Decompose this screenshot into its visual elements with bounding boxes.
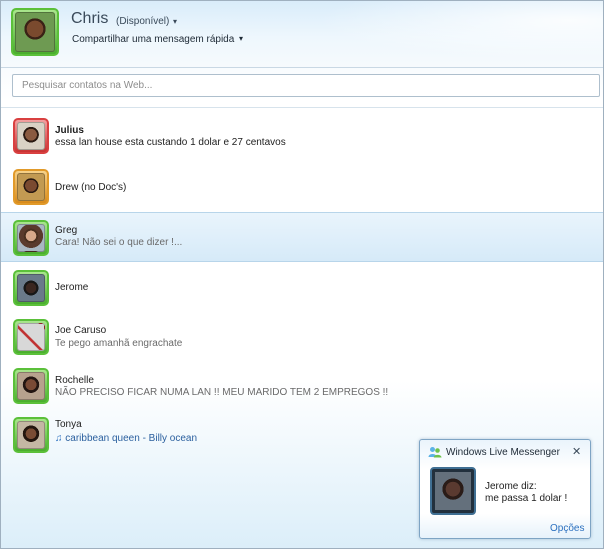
contact-photo-icon [17,224,45,252]
search-input[interactable] [13,75,592,96]
contact-message: Te pego amanhã engrachate [55,338,183,349]
contact-message: essa lan house esta custando 1 dolar e 2… [55,137,286,148]
contact-name: Tonya [55,419,82,430]
personal-message[interactable]: Compartilhar uma mensagem rápida [72,34,234,45]
contact-item-jerome[interactable]: Jerome [1,264,603,312]
contact-item-julius[interactable]: Julius essa lan house esta custando 1 do… [1,112,603,160]
contact-photo-icon [17,421,45,449]
contact-avatar [13,220,49,256]
contact-avatar [13,417,49,453]
user-avatar-icon [15,12,55,52]
now-playing-text[interactable]: caribbean queen - Billy ocean [65,433,197,444]
contact-avatar [13,368,49,404]
contact-name: Joe Caruso [55,325,107,336]
contact-item-joe-caruso[interactable]: Joe Caruso Te pego amanhã engrachate [1,313,603,361]
my-status[interactable]: (Disponível) [116,16,169,27]
contact-photo-icon [17,274,45,302]
contact-name: Greg [55,225,78,236]
list-divider [1,107,603,108]
status-dropdown-icon[interactable]: ▾ [173,17,177,26]
messenger-buddies-icon [428,447,442,458]
search-box[interactable] [12,74,600,97]
message-notification-toast[interactable]: Windows Live Messenger ✕ Jerome diz: me … [419,439,591,539]
contact-photo-icon [435,472,471,510]
contact-message[interactable]: ♫ caribbean queen - Billy ocean [55,433,197,444]
my-avatar[interactable] [11,8,59,56]
close-icon[interactable]: ✕ [572,445,581,458]
contact-avatar [13,319,49,355]
contact-photo-icon [17,372,45,400]
contact-avatar [13,270,49,306]
contact-message: Cara! Não sei o que dizer !... [55,237,183,248]
profile-header: Chris (Disponível) ▾ Compartilhar uma me… [1,1,603,68]
toast-sender-line: Jerome diz: [485,481,537,492]
contact-avatar [13,169,49,205]
contact-name: Rochelle [55,375,94,386]
contact-avatar [13,118,49,154]
contact-name: Jerome [55,282,89,293]
music-note-icon: ♫ [55,433,63,444]
personal-message-dropdown-icon[interactable]: ▾ [239,34,243,43]
toast-message-line: me passa 1 dolar ! [485,493,568,504]
toast-options-link[interactable]: Opções [550,523,584,534]
toast-sender-avatar [430,467,476,515]
contact-name: Drew (no Doc's) [55,182,127,193]
blocked-contact-icon [17,323,45,351]
my-display-name[interactable]: Chris [71,10,108,28]
contact-item-greg[interactable]: Greg Cara! Não sei o que dizer !... [1,212,603,262]
contact-item-drew[interactable]: Drew (no Doc's) [1,163,603,211]
contact-photo-icon [17,173,45,201]
toast-title: Windows Live Messenger [446,447,560,458]
messenger-window: Chris (Disponível) ▾ Compartilhar uma me… [0,0,604,549]
contact-message: NÃO PRECISO FICAR NUMA LAN !! MEU MARIDO… [55,387,389,398]
contact-item-rochelle[interactable]: Rochelle NÃO PRECISO FICAR NUMA LAN !! M… [1,362,603,410]
contact-name: Julius [55,125,84,136]
contact-photo-icon [17,122,45,150]
header-decoration [273,1,603,67]
